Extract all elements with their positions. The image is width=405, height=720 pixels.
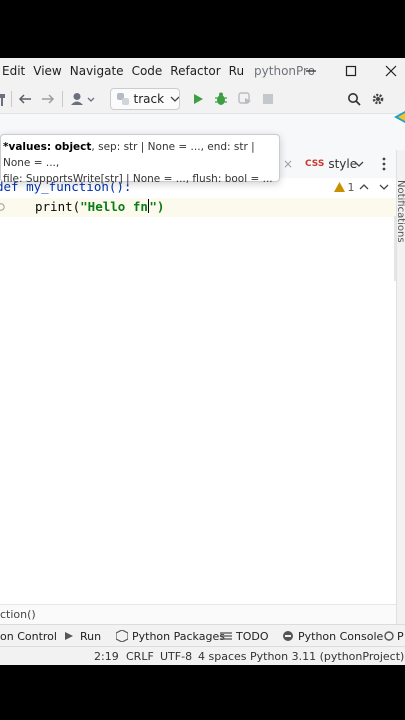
breadcrumb-function[interactable]: ction() xyxy=(0,608,36,621)
menu-bar: Edit View Navigate Code Refactor Ru pyth… xyxy=(0,58,405,84)
main-toolbar: track xyxy=(0,84,405,123)
param-info-line-2: file: SupportsWrite[str] | None = ..., f… xyxy=(3,173,273,185)
console-icon xyxy=(283,631,293,641)
tab-style[interactable]: CSS style xyxy=(305,150,357,178)
css-file-icon: CSS xyxy=(305,159,325,169)
tab-close-icon[interactable]: × xyxy=(281,150,295,178)
hammer-icon[interactable] xyxy=(0,84,10,114)
tabs-dropdown-icon[interactable] xyxy=(352,150,366,178)
jetbrains-ai-icon[interactable] xyxy=(394,110,405,124)
coverage-icon[interactable] xyxy=(235,84,255,114)
notifications-tab[interactable]: Notifications xyxy=(395,180,405,243)
line-separator-text: CRLF xyxy=(126,650,154,663)
tool-problems[interactable]: P xyxy=(384,625,404,647)
todo-label: TODO xyxy=(236,629,269,643)
tool-todo[interactable]: TODO xyxy=(220,625,269,647)
menu-code[interactable]: Code xyxy=(132,64,163,78)
run-label: Run xyxy=(80,629,102,643)
right-tool-strip: Notifications xyxy=(395,150,405,635)
status-bar: 2:19 CRLF UTF-8 4 spaces Python 3.11 (py… xyxy=(0,646,405,665)
run-configuration-select[interactable]: track xyxy=(110,88,180,110)
python-interpreter[interactable]: Python 3.11 (pythonProject) xyxy=(250,647,404,665)
todo-icon xyxy=(220,632,232,640)
menu-view[interactable]: View xyxy=(33,64,61,78)
indent-setting-text: 4 spaces xyxy=(198,650,247,663)
run-icon[interactable] xyxy=(188,84,208,114)
menu-edit[interactable]: Edit xyxy=(2,64,25,78)
problems-icon xyxy=(384,631,394,641)
string-close: ") xyxy=(149,199,165,214)
python-interpreter-text: Python 3.11 (pythonProject) xyxy=(250,650,405,663)
more-options-icon[interactable] xyxy=(377,150,391,178)
python-packages-label: Python Packages xyxy=(132,629,225,643)
fold-gutter-icon[interactable] xyxy=(0,200,6,214)
minimize-icon[interactable] xyxy=(292,58,330,84)
debug-icon[interactable] xyxy=(211,84,231,114)
close-icon[interactable] xyxy=(372,58,405,84)
print-call: print( xyxy=(35,199,81,214)
packages-icon xyxy=(116,630,128,642)
stop-icon[interactable] xyxy=(258,84,278,114)
maximize-icon[interactable] xyxy=(332,58,370,84)
caret-position[interactable]: 2:19 xyxy=(94,647,119,665)
parameter-info-popup: *values: object, sep: str | None = ..., … xyxy=(0,134,280,185)
bottom-black-bar xyxy=(0,665,405,720)
user-dropdown-icon[interactable] xyxy=(68,84,98,114)
param-current: *values: object xyxy=(3,141,92,153)
code-line-2: print("Hello fn ") xyxy=(35,199,164,214)
menu-run[interactable]: Ru xyxy=(229,64,244,78)
indent-setting[interactable]: 4 spaces xyxy=(198,647,247,665)
python-icon xyxy=(117,93,129,105)
warning-count: 1 xyxy=(347,180,355,194)
run-small-icon xyxy=(65,632,73,640)
ide-window: Edit View Navigate Code Refactor Ru pyth… xyxy=(0,58,405,665)
tool-window-bar: on Control Run Python Packages TODO Pyth… xyxy=(0,624,405,646)
prev-highlight-icon[interactable] xyxy=(358,178,370,196)
line-separator[interactable]: CRLF xyxy=(126,647,154,665)
forward-arrow-icon[interactable] xyxy=(37,84,59,114)
tool-python-packages[interactable]: Python Packages xyxy=(116,625,225,647)
string-literal: "Hello fn xyxy=(80,199,148,214)
run-config-label: track xyxy=(133,92,165,106)
tool-version-control[interactable]: on Control xyxy=(0,625,57,647)
version-control-label: on Control xyxy=(0,629,57,643)
menu-navigate[interactable]: Navigate xyxy=(70,64,124,78)
tool-python-console[interactable]: Python Console xyxy=(282,625,383,647)
next-highlight-icon[interactable] xyxy=(378,178,390,196)
scroll-marker xyxy=(394,216,396,281)
breadcrumb: ction() xyxy=(0,604,396,624)
file-encoding-text: UTF-8 xyxy=(160,650,193,663)
file-encoding[interactable]: UTF-8 xyxy=(160,647,192,665)
warning-icon xyxy=(333,182,345,192)
problems-label: P xyxy=(397,629,404,643)
top-black-bar xyxy=(0,0,405,58)
caret-position-text: 2:19 xyxy=(94,650,119,663)
warnings-indicator[interactable]: 1 xyxy=(332,178,356,196)
back-arrow-icon[interactable] xyxy=(14,84,36,114)
search-icon[interactable] xyxy=(344,84,364,114)
code-editor[interactable]: def my_function(): print("Hello fn ") 1 xyxy=(0,178,396,635)
menu-refactor[interactable]: Refactor xyxy=(170,64,220,78)
tool-run[interactable]: Run xyxy=(64,625,101,647)
chevron-down-icon xyxy=(170,96,179,102)
param-info-line-1: *values: object, sep: str | None = ..., … xyxy=(3,139,279,171)
settings-gear-icon[interactable] xyxy=(368,84,388,114)
python-console-label: Python Console xyxy=(298,629,384,643)
